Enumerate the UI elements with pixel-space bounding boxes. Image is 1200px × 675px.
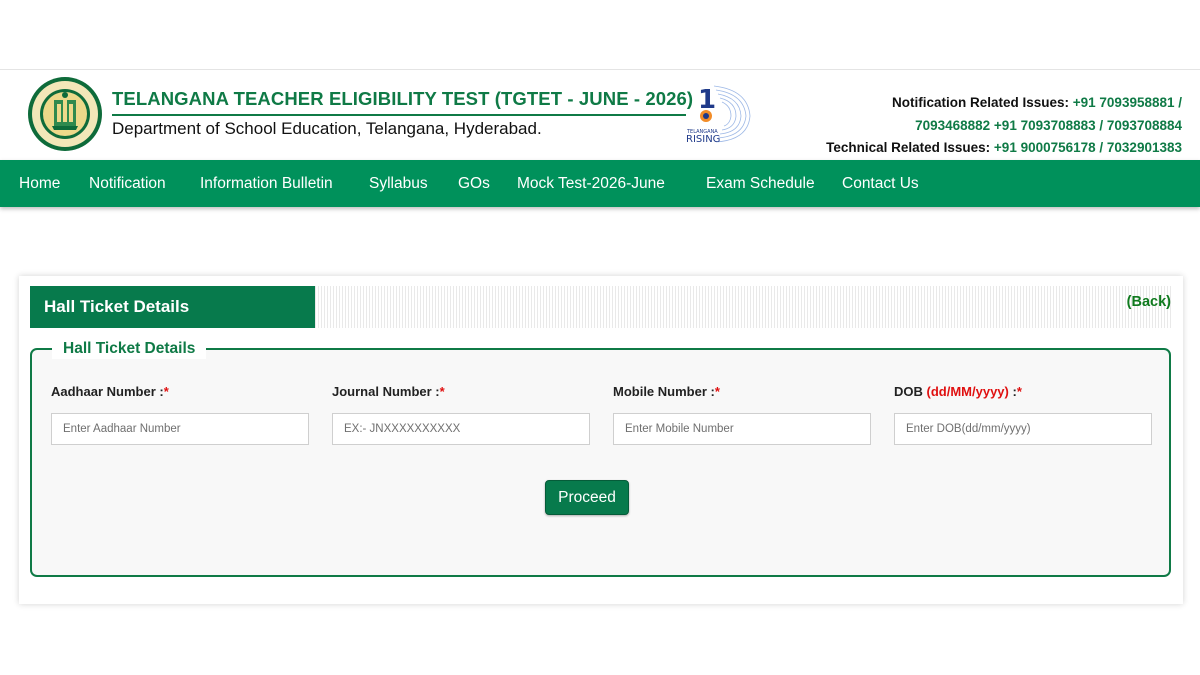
form-legend: Hall Ticket Details <box>52 339 207 359</box>
telangana-emblem-icon <box>28 77 102 151</box>
dob-input[interactable] <box>894 413 1152 445</box>
hall-ticket-form: Hall Ticket Details Aadhaar Number :* Jo… <box>30 339 1171 577</box>
nav-item-information-bulletin[interactable]: Information Bulletin <box>200 160 333 207</box>
rising-line2: RISING <box>686 134 720 145</box>
card-heading: Hall Ticket Details <box>30 286 315 328</box>
nav-item-mock-test[interactable]: Mock Test-2026-June <box>517 160 665 207</box>
nav-item-contact-us[interactable]: Contact Us <box>842 160 919 207</box>
notification-helpline-row1: Notification Related Issues: +91 7093958… <box>891 95 1182 110</box>
aadhaar-input[interactable] <box>51 413 309 445</box>
proceed-button[interactable]: Proceed <box>545 480 629 515</box>
nav-item-syllabus[interactable]: Syllabus <box>369 160 428 207</box>
aadhaar-label: Aadhaar Number :* <box>51 384 169 399</box>
nav-item-home[interactable]: Home <box>19 160 60 207</box>
back-link[interactable]: (Back) <box>1127 294 1171 310</box>
telangana-rising-logo: 1 TELANGANA RISING <box>686 85 751 145</box>
helpline-contacts: Notification Related Issues: +91 7093958… <box>782 92 1182 160</box>
mobile-number-label: Mobile Number :* <box>613 384 720 399</box>
nav-item-notification[interactable]: Notification <box>89 160 166 207</box>
journal-number-label: Journal Number :* <box>332 384 445 399</box>
technical-helpline-row: Technical Related Issues: +91 9000756178… <box>826 140 1182 155</box>
technical-helpline-numbers: +91 9000756178 / 7032901383 <box>993 140 1182 155</box>
dob-label: DOB (dd/MM/yyyy) :* <box>894 384 1022 399</box>
nav-item-exam-schedule[interactable]: Exam Schedule <box>706 160 815 207</box>
notification-helpline-numbers: +91 7093958881 / <box>1072 95 1182 110</box>
hall-ticket-card: Hall Ticket Details (Back) Hall Ticket D… <box>19 276 1183 604</box>
notification-helpline-row2: 7093468882 +91 7093708883 / 7093708884 <box>915 117 1182 133</box>
site-header: TELANGANA TEACHER ELIGIBILITY TEST (TGTE… <box>0 70 1200 160</box>
journal-number-input[interactable] <box>332 413 590 445</box>
page-subtitle: Department of School Education, Telangan… <box>112 119 542 138</box>
main-navbar: Home Notification Information Bulletin S… <box>0 160 1200 207</box>
title-underline <box>112 114 686 116</box>
page-title: TELANGANA TEACHER ELIGIBILITY TEST (TGTE… <box>112 88 694 109</box>
nav-item-gos[interactable]: GOs <box>458 160 490 207</box>
mobile-number-input[interactable] <box>613 413 871 445</box>
